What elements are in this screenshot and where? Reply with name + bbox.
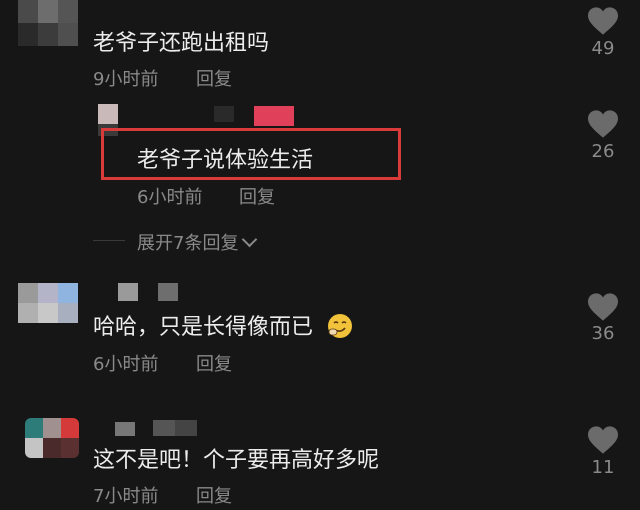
comment-time: 6小时前 [93,354,159,375]
comment-time: 9小时前 [93,69,159,90]
comment-text-content: 哈哈，只是长得像而已 [93,315,314,340]
username[interactable] [118,283,178,303]
heart-icon[interactable] [586,292,620,322]
comment-text: 哈哈，只是长得像而已 [93,309,354,341]
expand-replies-label: 展开7条回复 [137,233,239,254]
smirk-emoji-icon [328,314,353,338]
like-count: 26 [591,141,615,162]
comment-time: 6小时前 [137,187,203,208]
divider [93,240,125,241]
comment-text: 老爷子还跑出租吗 [93,31,270,56]
heart-icon[interactable] [586,425,620,455]
comment-text: 老爷子说体验生活 [137,148,314,173]
comment-time: 7小时前 [93,486,159,507]
comment-text: 这不是吧！个子要再高好多呢 [93,448,380,473]
username[interactable] [214,104,296,126]
username[interactable] [115,418,197,438]
chevron-down-icon [242,231,258,248]
reply-button[interactable]: 回复 [196,65,232,91]
heart-icon[interactable] [586,6,620,36]
like-count: 36 [591,323,615,344]
reply-button[interactable]: 回复 [239,183,275,209]
avatar[interactable] [18,0,78,46]
heart-icon[interactable] [586,109,620,139]
expand-replies-button[interactable]: 展开7条回复 [137,229,258,255]
reply-button[interactable]: 回复 [196,350,232,376]
avatar[interactable] [25,418,79,458]
like-count: 11 [591,457,615,478]
reply-button[interactable]: 回复 [196,482,232,508]
like-count: 49 [591,38,615,59]
avatar[interactable] [18,283,78,323]
